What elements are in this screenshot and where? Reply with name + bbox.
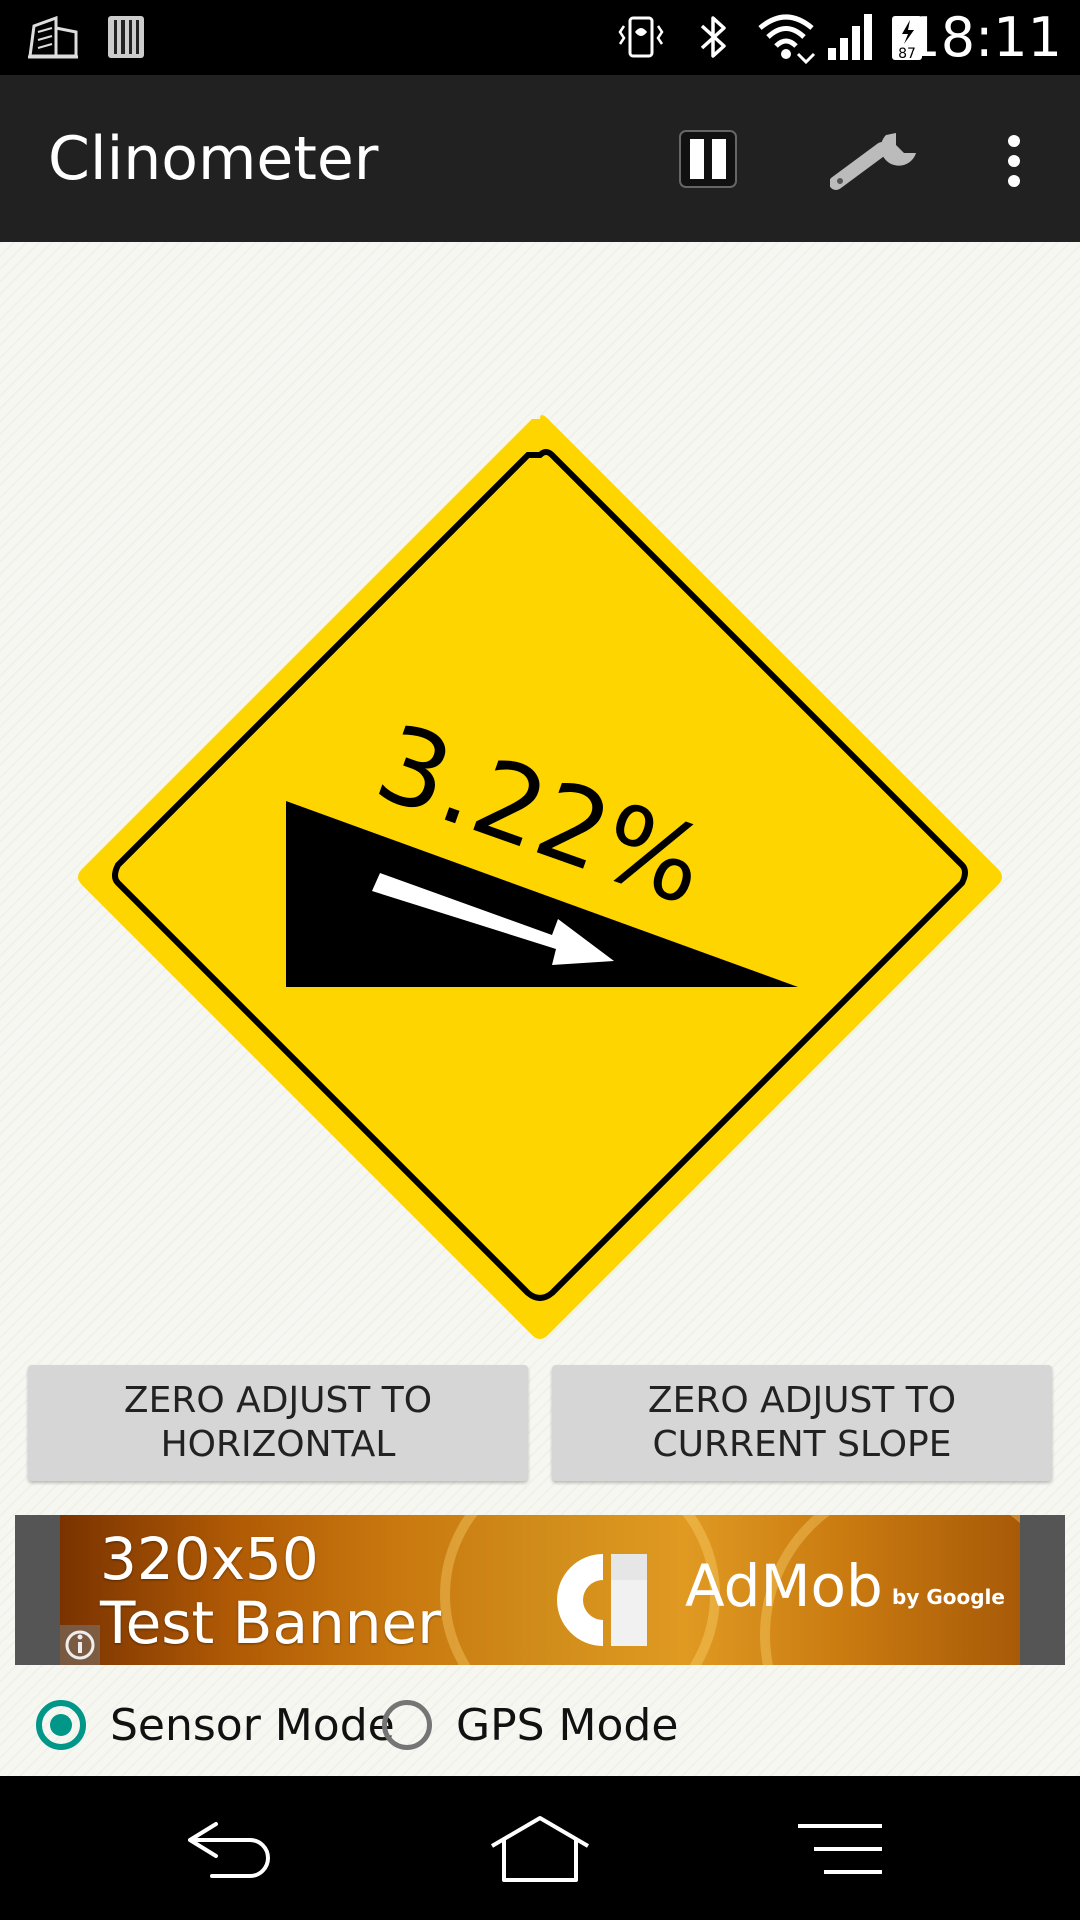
slope-sign: 3.22%: [78, 415, 1002, 1339]
radio-unchecked-icon[interactable]: [382, 1700, 432, 1750]
app-bar: Clinometer: [0, 75, 1080, 242]
clock: 18:11: [906, 6, 1062, 69]
zero-adjust-horizontal-button[interactable]: ZERO ADJUST TO HORIZONTAL: [28, 1365, 528, 1481]
admob-brand: AdMob: [685, 1552, 883, 1620]
menu-icon[interactable]: [796, 1822, 884, 1876]
app-title: Clinometer: [48, 124, 379, 194]
signal-icon: [828, 14, 872, 60]
radio-checked-icon[interactable]: [36, 1700, 86, 1750]
back-icon[interactable]: [186, 1820, 282, 1880]
admob-byline: by Google: [892, 1585, 1005, 1609]
admob-logo-icon: [557, 1554, 647, 1646]
barcode-notification-icon: [108, 16, 144, 58]
ad-info-icon[interactable]: [60, 1625, 100, 1665]
zero-horizontal-line2: HORIZONTAL: [160, 1424, 396, 1465]
pause-icon[interactable]: [678, 129, 738, 189]
building-notification-icon: [28, 15, 78, 59]
gps-mode-radio[interactable]: GPS Mode: [382, 1680, 678, 1770]
zero-horizontal-line1: ZERO ADJUST TO: [123, 1380, 433, 1421]
status-bar: 87 18:11: [0, 0, 1080, 75]
bluetooth-icon: [700, 16, 726, 58]
vibrate-icon: [618, 16, 664, 58]
zero-current-line2: CURRENT SLOPE: [652, 1424, 952, 1465]
mode-selector: Sensor Mode GPS Mode: [0, 1680, 1080, 1770]
overflow-menu-icon[interactable]: [1000, 131, 1028, 191]
sensor-mode-radio[interactable]: Sensor Mode: [36, 1680, 395, 1770]
wifi-icon: [758, 14, 816, 64]
zero-current-line1: ZERO ADJUST TO: [647, 1380, 957, 1421]
sensor-mode-label[interactable]: Sensor Mode: [110, 1700, 395, 1751]
gps-mode-label[interactable]: GPS Mode: [456, 1700, 678, 1751]
ad-banner-text: Test Banner: [100, 1589, 442, 1657]
home-icon[interactable]: [488, 1814, 592, 1884]
wrench-icon[interactable]: [830, 127, 922, 193]
zero-adjust-current-slope-button[interactable]: ZERO ADJUST TO CURRENT SLOPE: [552, 1365, 1052, 1481]
ad-banner[interactable]: 320x50 Test Banner AdMob by Google: [60, 1515, 1020, 1665]
navigation-bar: [0, 1776, 1080, 1920]
ad-size-text: 320x50: [100, 1525, 319, 1593]
